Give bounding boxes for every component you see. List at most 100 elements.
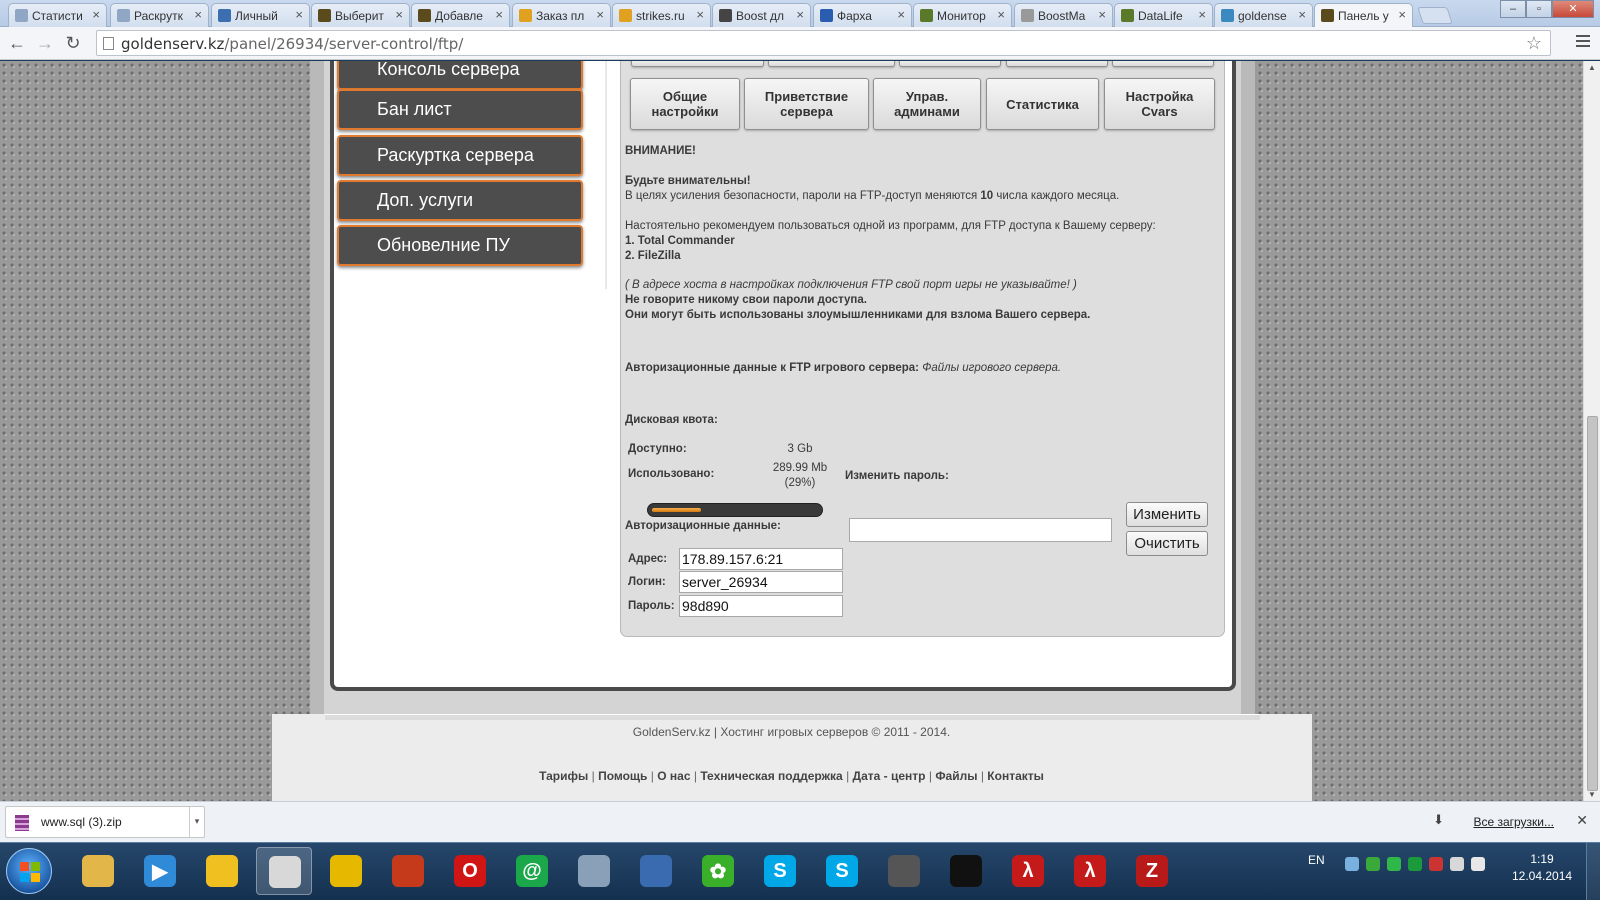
footer-link[interactable]: Техническая поддержка	[700, 769, 842, 783]
tab-close-icon[interactable]: ×	[395, 7, 403, 22]
sidebar-item-extra-services[interactable]: Доп. услуги	[337, 180, 583, 221]
browser-tab[interactable]: Раскрутк ×	[110, 3, 209, 27]
taskbar-app[interactable]: S	[752, 847, 808, 895]
taskbar-app[interactable]	[256, 847, 312, 895]
tray-app-icon[interactable]	[1387, 857, 1401, 871]
browser-tab[interactable]: DataLife ×	[1114, 3, 1213, 27]
taskbar-app[interactable]	[194, 847, 250, 895]
taskbar-app[interactable]	[876, 847, 932, 895]
footer-link[interactable]: Помощь	[598, 769, 647, 783]
tab-statistics[interactable]: Статистика	[986, 78, 1099, 130]
tab-close-icon[interactable]: ×	[1298, 7, 1306, 22]
footer-link[interactable]: Контакты	[987, 769, 1044, 783]
hamburger-menu-icon[interactable]	[1576, 35, 1590, 50]
tab-row-1-item[interactable]	[1006, 61, 1108, 67]
arrow-right-icon[interactable]: →	[34, 32, 56, 54]
star-icon[interactable]: ☆	[1526, 33, 1542, 54]
tab-close-icon[interactable]: ×	[1098, 7, 1106, 22]
reload-icon[interactable]: ↻	[62, 32, 84, 54]
tray-display-icon[interactable]	[1450, 857, 1464, 871]
browser-tab[interactable]: Личный ×	[211, 3, 310, 27]
arrow-left-icon[interactable]: ←	[6, 32, 28, 54]
browser-tab[interactable]: Фарха ×	[813, 3, 912, 27]
tab-close-icon[interactable]: ×	[1398, 7, 1406, 22]
language-indicator[interactable]: EN	[1308, 853, 1325, 867]
sidebar-item-promotion[interactable]: Раскуртка сервера	[337, 135, 583, 176]
show-desktop-button[interactable]	[1586, 843, 1600, 900]
taskbar-app[interactable]: O	[442, 847, 498, 895]
maximize-button[interactable]: ▫	[1526, 0, 1552, 18]
chevron-down-icon[interactable]: ▾	[189, 807, 204, 837]
tab-close-icon[interactable]: ×	[696, 7, 704, 22]
scrollbar-thumb[interactable]	[1587, 416, 1598, 791]
tab-close-icon[interactable]: ×	[92, 7, 100, 22]
browser-tab[interactable]: Заказ пл ×	[512, 3, 611, 27]
taskbar-app[interactable]: λ	[1000, 847, 1056, 895]
tab-general-settings[interactable]: Общие настройки	[630, 78, 740, 130]
taskbar-app[interactable]	[628, 847, 684, 895]
taskbar-app[interactable]: @	[504, 847, 560, 895]
minimize-button[interactable]: –	[1500, 0, 1526, 18]
address-field[interactable]	[679, 548, 843, 570]
address-bar[interactable]: goldenserv.kz/panel/26934/server-control…	[96, 30, 1551, 56]
tab-close-icon[interactable]: ×	[194, 7, 202, 22]
taskbar-app[interactable]	[380, 847, 436, 895]
page-scrollbar[interactable]: ▲ ▼	[1583, 61, 1600, 801]
browser-tab[interactable]: Панель у ×	[1314, 3, 1413, 28]
clear-button[interactable]: Очистить	[1126, 531, 1208, 556]
tray-network-icon[interactable]	[1429, 857, 1443, 871]
tab-close-icon[interactable]: ×	[1198, 7, 1206, 22]
sidebar-item-ban-list[interactable]: Бан лист	[337, 89, 583, 130]
tab-server-greeting[interactable]: Приветствие сервера	[744, 78, 869, 130]
close-window-button[interactable]: ✕	[1552, 0, 1594, 18]
tray-app-icon[interactable]	[1366, 857, 1380, 871]
start-button[interactable]	[6, 848, 52, 894]
login-field[interactable]	[679, 571, 843, 593]
taskbar-app[interactable]	[70, 847, 126, 895]
new-password-input[interactable]	[849, 518, 1112, 542]
close-icon[interactable]: ✕	[1576, 812, 1588, 829]
download-item[interactable]: www.sql (3).zip ▾	[5, 806, 205, 838]
taskbar-app[interactable]	[938, 847, 994, 895]
tab-row-1-item[interactable]	[768, 61, 895, 67]
scroll-up-icon[interactable]: ▲	[1588, 63, 1596, 72]
taskbar-app[interactable]: λ	[1062, 847, 1118, 895]
tray-app-icon[interactable]	[1408, 857, 1422, 871]
taskbar-app[interactable]: Z	[1124, 847, 1180, 895]
taskbar-app[interactable]: ✿	[690, 847, 746, 895]
system-clock[interactable]: 1:19 12.04.2014	[1512, 851, 1572, 885]
sidebar-item-console[interactable]: Консоль сервера	[337, 61, 583, 90]
change-password-button[interactable]: Изменить	[1126, 502, 1208, 527]
scroll-down-icon[interactable]: ▼	[1588, 790, 1596, 799]
tab-close-icon[interactable]: ×	[295, 7, 303, 22]
footer-link[interactable]: Файлы	[935, 769, 977, 783]
browser-tab[interactable]: Добавле ×	[411, 3, 510, 27]
tab-close-icon[interactable]: ×	[997, 7, 1005, 22]
show-all-downloads-link[interactable]: Все загрузки...	[1473, 815, 1554, 829]
tab-close-icon[interactable]: ×	[596, 7, 604, 22]
taskbar-app[interactable]: ▶	[132, 847, 188, 895]
tab-close-icon[interactable]: ×	[495, 7, 503, 22]
taskbar-app[interactable]	[566, 847, 622, 895]
footer-link[interactable]: О нас	[657, 769, 690, 783]
password-field[interactable]	[679, 595, 843, 617]
browser-tab[interactable]: Статисти ×	[8, 3, 107, 27]
browser-tab[interactable]: BoostMa ×	[1014, 3, 1113, 27]
taskbar-app[interactable]: S	[814, 847, 870, 895]
tab-close-icon[interactable]: ×	[897, 7, 905, 22]
browser-tab[interactable]: strikes.ru ×	[612, 3, 711, 27]
volume-icon[interactable]	[1471, 857, 1485, 871]
tray-arrow-icon[interactable]	[1345, 857, 1359, 871]
tab-row-1-item[interactable]	[631, 61, 764, 67]
browser-tab[interactable]: goldense ×	[1214, 3, 1313, 27]
tab-close-icon[interactable]: ×	[796, 7, 804, 22]
tab-row-1-item[interactable]	[1112, 61, 1214, 67]
footer-link[interactable]: Дата - центр	[853, 769, 926, 783]
browser-tab[interactable]: Монитор ×	[913, 3, 1012, 27]
taskbar-app[interactable]	[318, 847, 374, 895]
browser-tab[interactable]: Выберит ×	[311, 3, 410, 27]
url-text[interactable]: goldenserv.kz/panel/26934/server-control…	[121, 35, 463, 53]
footer-link[interactable]: Тарифы	[539, 769, 588, 783]
tab-cvars-settings[interactable]: Настройка Cvars	[1104, 78, 1215, 130]
new-tab-button[interactable]	[1417, 7, 1453, 24]
